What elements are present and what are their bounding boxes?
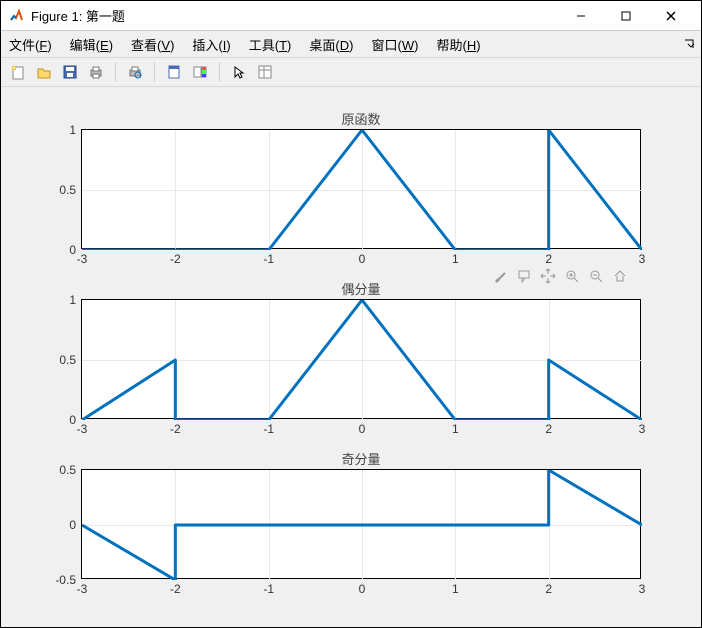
save-button[interactable] bbox=[59, 61, 81, 83]
subplot-1[interactable]: 原函数-3-2-1012300.51 bbox=[81, 129, 641, 249]
ytick-label: 0.5 bbox=[59, 183, 76, 197]
axes-box: -3-2-1012300.51 bbox=[81, 129, 641, 249]
xtick-label: 1 bbox=[452, 582, 459, 596]
window-title: Figure 1: 第一题 bbox=[31, 6, 558, 25]
minimize-button[interactable] bbox=[558, 2, 603, 30]
menubar: 文件(F) 编辑(E) 查看(V) 插入(I) 工具(T) 桌面(D) 窗口(W… bbox=[1, 31, 701, 57]
ytick-label: 0.5 bbox=[59, 353, 76, 367]
xtick-label: 0 bbox=[359, 252, 366, 266]
axes-title: 原函数 bbox=[81, 109, 641, 128]
toolbar bbox=[1, 57, 701, 87]
toolbar-separator bbox=[115, 62, 116, 82]
xtick-label: -2 bbox=[170, 252, 181, 266]
menu-desktop[interactable]: 桌面(D) bbox=[309, 35, 353, 54]
ytick-label: 1 bbox=[69, 293, 76, 307]
link-button[interactable] bbox=[163, 61, 185, 83]
axes-box: -3-2-1012300.51 bbox=[81, 299, 641, 419]
properties-button[interactable] bbox=[254, 61, 276, 83]
ytick-label: 0 bbox=[69, 243, 76, 257]
ytick-label: 0.5 bbox=[59, 463, 76, 477]
xtick-label: 3 bbox=[639, 422, 646, 436]
toolbar-separator bbox=[154, 62, 155, 82]
ytick-label: 0 bbox=[69, 413, 76, 427]
print-preview-button[interactable] bbox=[124, 61, 146, 83]
xtick-label: 3 bbox=[639, 582, 646, 596]
xtick-label: 2 bbox=[545, 422, 552, 436]
ytick-label: -0.5 bbox=[55, 573, 76, 587]
maximize-button[interactable] bbox=[603, 2, 648, 30]
menu-overflow-icon[interactable] bbox=[683, 37, 695, 52]
ytick-label: 1 bbox=[69, 123, 76, 137]
subplot-2[interactable]: 偶分量-3-2-1012300.51 bbox=[81, 299, 641, 419]
axes-title: 奇分量 bbox=[81, 449, 641, 468]
xtick-label: 2 bbox=[545, 252, 552, 266]
xtick-label: -1 bbox=[263, 422, 274, 436]
xtick-label: -2 bbox=[170, 422, 181, 436]
xtick-label: -2 bbox=[170, 582, 181, 596]
menu-view[interactable]: 查看(V) bbox=[131, 35, 174, 54]
xtick-label: -3 bbox=[77, 582, 88, 596]
xtick-label: 1 bbox=[452, 422, 459, 436]
xtick-label: 0 bbox=[359, 422, 366, 436]
figure-window: Figure 1: 第一题 文件(F) 编辑(E) 查看(V) 插入(I) 工具… bbox=[0, 0, 702, 628]
menu-tools[interactable]: 工具(T) bbox=[249, 35, 292, 54]
xtick-label: -1 bbox=[263, 252, 274, 266]
menu-edit[interactable]: 编辑(E) bbox=[70, 35, 113, 54]
subplot-3[interactable]: 奇分量-3-2-10123-0.500.5 bbox=[81, 469, 641, 579]
xtick-label: -1 bbox=[263, 582, 274, 596]
menu-file[interactable]: 文件(F) bbox=[9, 35, 52, 54]
xtick-label: 1 bbox=[452, 252, 459, 266]
colorbar-button[interactable] bbox=[189, 61, 211, 83]
menu-insert[interactable]: 插入(I) bbox=[192, 35, 230, 54]
window-buttons bbox=[558, 2, 693, 30]
line-series bbox=[82, 130, 642, 250]
line-series bbox=[82, 470, 642, 580]
titlebar: Figure 1: 第一题 bbox=[1, 1, 701, 31]
menu-help[interactable]: 帮助(H) bbox=[436, 35, 480, 54]
menu-window[interactable]: 窗口(W) bbox=[371, 35, 418, 54]
xtick-label: -3 bbox=[77, 422, 88, 436]
xtick-label: 0 bbox=[359, 582, 366, 596]
line-series bbox=[82, 300, 642, 420]
ytick-label: 0 bbox=[69, 518, 76, 532]
print-button[interactable] bbox=[85, 61, 107, 83]
new-figure-button[interactable] bbox=[7, 61, 29, 83]
xtick-label: 3 bbox=[639, 252, 646, 266]
xtick-label: 2 bbox=[545, 582, 552, 596]
matlab-icon bbox=[9, 8, 25, 24]
open-button[interactable] bbox=[33, 61, 55, 83]
figure-canvas: 原函数-3-2-1012300.51偶分量-3-2-1012300.51奇分量-… bbox=[1, 89, 701, 627]
cursor-button[interactable] bbox=[228, 61, 250, 83]
axes-title: 偶分量 bbox=[81, 279, 641, 298]
toolbar-separator bbox=[219, 62, 220, 82]
xtick-label: -3 bbox=[77, 252, 88, 266]
axes-box: -3-2-10123-0.500.5 bbox=[81, 469, 641, 579]
close-button[interactable] bbox=[648, 2, 693, 30]
